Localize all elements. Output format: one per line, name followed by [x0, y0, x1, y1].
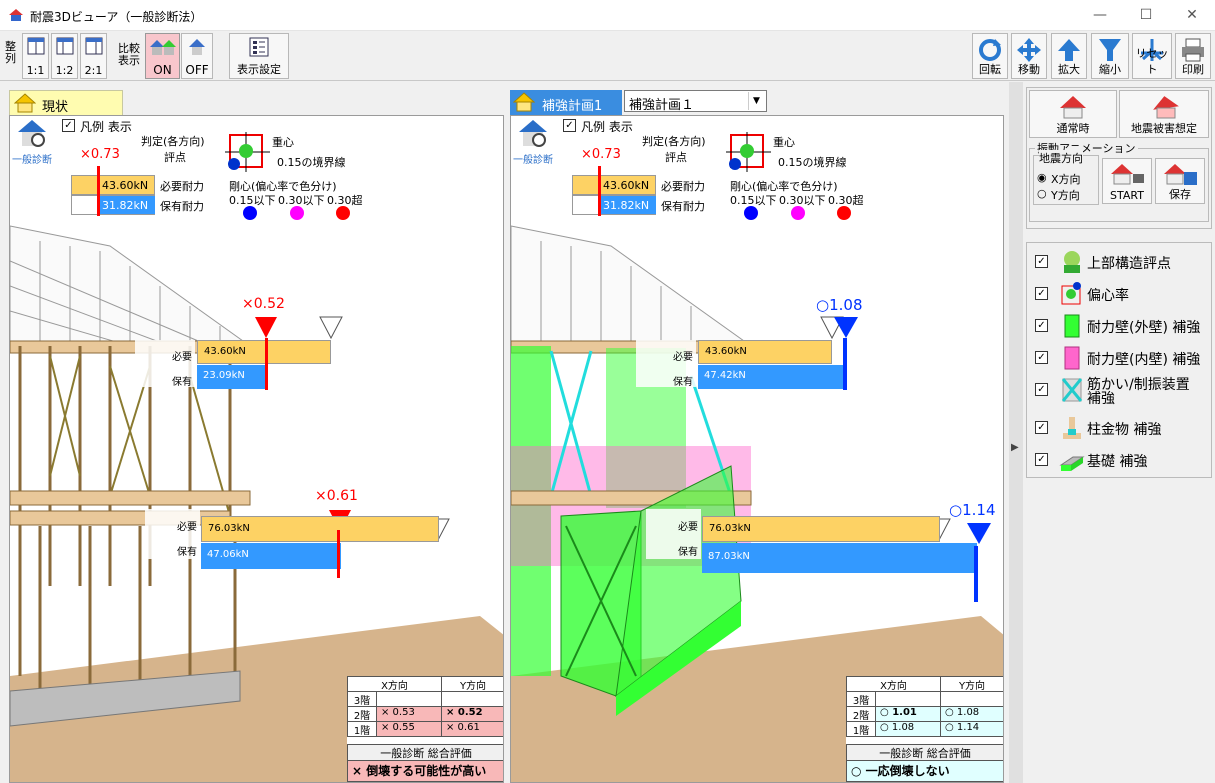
chevron-right-icon[interactable]: ▶ [1011, 442, 1019, 453]
chevron-down-icon[interactable]: ▼ [748, 92, 764, 110]
legend-checkbox[interactable]: ✓ [62, 118, 75, 132]
column-hardware-icon [1063, 417, 1081, 439]
house-save-icon [1164, 164, 1197, 185]
print-button[interactable]: 印刷 [1175, 33, 1211, 79]
viewport-current[interactable]: 一般診断 ✓ 凡例 表示 判定(各方向) ×0.73 評点 43.60kN 31… [9, 115, 504, 783]
score-marker-red [255, 317, 277, 338]
minimize-button[interactable]: — [1077, 0, 1123, 31]
green-wall-icon [1064, 314, 1080, 338]
pink-wall-icon [1064, 346, 1080, 370]
save-button[interactable]: 保存 [1155, 158, 1205, 204]
f1-held-bar: 87.03kN [702, 543, 977, 573]
f1-required-bar: 76.03kN [702, 516, 940, 542]
window-title: 耐震3Dビューア（一般診断法） [30, 10, 203, 24]
title-bar: 耐震3Dビューア（一般診断法） — ☐ ✕ [0, 0, 1215, 31]
compare-label: 比較表示 [118, 42, 140, 67]
maximize-button[interactable]: ☐ [1123, 0, 1169, 31]
arrange-label: 整列 [5, 40, 16, 65]
score-marker-blue [834, 317, 858, 338]
tab-current[interactable]: 現状 [9, 90, 123, 116]
viewport-plan[interactable]: 一般診断 ✓ 凡例 表示 判定(各方向) ×0.73 評点 43.60kN 31… [510, 115, 1004, 783]
sidebar-splitter[interactable]: ▶ [1009, 82, 1023, 783]
rigidity-magenta-dot [290, 206, 304, 220]
ratio-1-1-button[interactable]: 1:1 [22, 33, 49, 79]
score-table: X方向 Y方向 3階 2階 × 0.53 × 0.52 1階 × 0.55 × … [347, 676, 503, 782]
f2-required-bar: 43.60kN [698, 340, 832, 364]
printer-icon [1182, 38, 1204, 62]
house-icon [189, 39, 205, 55]
f2-held-bar: 23.09kN [197, 365, 267, 389]
display-items-panel: ✓ 上部構造評点 ✓ 偏心率 ✓ 耐力壁(外壁) 補強 ✓ 耐力壁(内壁) 補強 ✓ 筋か… [1026, 242, 1212, 478]
toolbar: 整列 1:1 1:2 2:1 比較表示 ON OFF 表示設定 回転 移動 拡大… [0, 31, 1215, 81]
inspector-icon [1064, 251, 1080, 273]
house-face-icon [513, 92, 535, 112]
y-direction-radio[interactable]: ○ [1037, 187, 1047, 200]
shaking-house-icon [1153, 96, 1179, 119]
compare-off-button[interactable]: OFF [181, 33, 213, 79]
settings-list-icon [249, 37, 269, 57]
start-button[interactable]: START [1102, 158, 1152, 204]
threshold-marker [319, 316, 343, 340]
display-settings-button[interactable]: 表示設定 [229, 33, 289, 79]
animation-panel: 通常時 地震被害想定 振動アニメーション 地震方向 ◉ X方向 ○ Y方向 ST… [1026, 87, 1212, 229]
close-button[interactable]: ✕ [1169, 0, 1215, 31]
normal-mode-button[interactable]: 通常時 [1029, 90, 1117, 138]
plan-select[interactable]: 補強計画１ ▼ [624, 90, 767, 113]
compare-on-button[interactable]: ON [145, 33, 180, 79]
app-icon [9, 9, 23, 21]
score-table: X方向 Y方向 3階 2階 ○ 1.01 ○ 1.08 1階 ○ 1.08 ○ … [846, 676, 1003, 782]
legend-checkbox[interactable]: ✓ [563, 118, 576, 132]
f2-held-bar: 47.42kN [698, 365, 846, 389]
legend-required-bar: 43.60kN [71, 175, 155, 195]
legend-held-bar-track: 31.82kN [71, 195, 155, 215]
rotate-button[interactable]: 回転 [972, 33, 1008, 79]
rigidity-magenta-dot [791, 206, 805, 220]
zoom-in-button[interactable]: 拡大 [1051, 33, 1087, 79]
houses-icon [149, 40, 176, 55]
quake-damage-button[interactable]: 地震被害想定 [1119, 90, 1209, 138]
diagnosis-magnifier-icon [519, 120, 547, 147]
center-of-gravity-icon [225, 132, 270, 172]
center-of-gravity-icon [726, 132, 771, 172]
split-1-2-icon [56, 37, 73, 55]
split-1-1-icon [27, 37, 44, 55]
legend-held-bar-track: 31.82kN [572, 195, 656, 215]
rigidity-red-dot [336, 206, 350, 220]
tab-plan-1[interactable]: 補強計画1 [510, 90, 622, 116]
ratio-1-2-button[interactable]: 1:2 [51, 33, 78, 79]
move-icon [1017, 38, 1041, 62]
foundation-icon [1059, 456, 1085, 471]
split-2-1-icon [85, 37, 102, 55]
x-direction-radio[interactable]: ◉ [1037, 171, 1047, 184]
arrow-up-icon [1058, 39, 1080, 61]
legend-score-marker [97, 166, 100, 216]
brace-icon [1061, 378, 1083, 402]
f1-required-bar: 76.03kN [201, 516, 439, 542]
zoom-out-button[interactable]: 縮小 [1091, 33, 1129, 79]
house-icon [1060, 96, 1086, 119]
rigidity-blue-dot [243, 206, 257, 220]
diagnosis-magnifier-icon [18, 120, 46, 147]
ratio-2-1-button[interactable]: 2:1 [80, 33, 107, 79]
house-face-icon [14, 93, 36, 113]
rigidity-blue-dot [744, 206, 758, 220]
rotate-icon [979, 39, 1001, 61]
reset-button[interactable]: リセット [1132, 33, 1172, 79]
house-camera-icon [1111, 164, 1144, 185]
f1-held-bar: 47.06kN [201, 543, 341, 569]
move-button[interactable]: 移動 [1011, 33, 1047, 79]
f2-required-bar: 43.60kN [197, 340, 331, 364]
eccentricity-icon [1061, 282, 1081, 305]
rigidity-red-dot [837, 206, 851, 220]
legend-required-bar: 43.60kN [572, 175, 656, 195]
funnel-icon [1099, 39, 1121, 61]
